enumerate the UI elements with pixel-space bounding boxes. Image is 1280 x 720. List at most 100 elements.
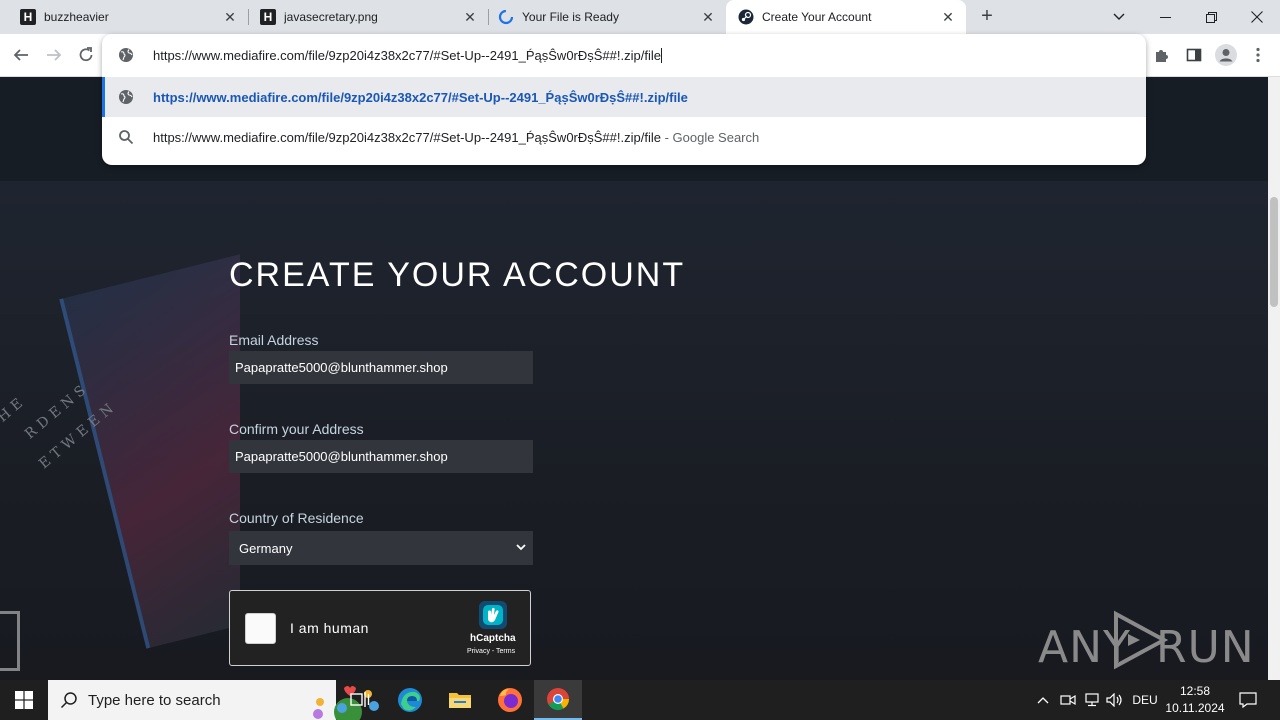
game-cover-art [59,253,240,649]
anyrun-watermark: ANY RUN [1038,608,1254,674]
edge-icon [398,688,422,712]
text-caret [660,48,662,63]
windows-logo-icon [15,691,33,709]
tab-search-button[interactable] [1096,0,1142,34]
chevron-down-icon [1113,13,1125,20]
search-icon [60,692,77,709]
back-button[interactable] [9,43,33,67]
puzzle-icon [1156,50,1168,62]
meet-now-button[interactable] [1058,680,1078,720]
confirm-email-label: Confirm your Address [229,421,364,437]
captcha-brand: hCaptcha [470,633,516,644]
speaker-icon [1106,693,1122,707]
background-artwork: HE RDENS ETWEEN [0,181,240,680]
firefox-taskbar-button[interactable] [486,680,534,720]
page-viewport: HE RDENS ETWEEN [0,77,1268,680]
tab-title: Your File is Ready [522,10,619,24]
windows-taskbar: Type here to search DEU 12:58 10.11.2024 [0,680,1280,720]
profile-button[interactable] [1214,43,1238,67]
reload-button[interactable] [74,43,98,67]
firefox-icon [498,688,522,712]
tab-javasecretary[interactable]: H javasecretary.png ✕ [248,0,488,34]
file-explorer-button[interactable] [436,680,484,720]
captcha-links[interactable]: Privacy - Terms [467,648,515,655]
close-window-button[interactable] [1234,0,1280,34]
network-button[interactable] [1082,680,1102,720]
country-select-value: Germany [239,540,293,556]
input-language[interactable]: DEU [1130,680,1160,720]
watermark-text-right: RUN [1156,622,1255,673]
search-placeholder: Type here to search [88,692,221,709]
side-panel-button[interactable] [1182,43,1206,67]
globe-icon [119,48,133,62]
task-view-button[interactable] [336,680,384,720]
taskbar-search[interactable]: Type here to search [48,680,379,720]
clock-date: 10.11.2024 [1165,701,1225,715]
email-field[interactable]: Papapratte5000@blunthammer.shop [229,351,533,384]
folder-icon [449,693,471,708]
tab-title: Create Your Account [762,10,872,24]
arrow-right-icon [47,49,62,61]
h-favicon-icon: H [260,9,276,25]
omnibox-suggestion-search[interactable]: https://www.mediafire.com/file/9zp20i4z3… [102,117,1146,157]
task-view-icon [350,692,370,707]
address-bar-text: https://www.mediafire.com/file/9zp20i4z3… [153,48,662,63]
camera-icon [1060,694,1076,706]
tab-your-file-is-ready[interactable]: Your File is Ready ✕ [488,0,726,34]
reload-icon [79,47,93,62]
suggestion-text: https://www.mediafire.com/file/9zp20i4z3… [153,130,760,145]
show-hidden-icons-button[interactable] [1034,680,1052,720]
hcaptcha-widget: I am human hCaptcha Privacy - Terms [229,590,531,666]
page-title: CREATE YOUR ACCOUNT [229,256,686,294]
avatar-icon [1215,44,1237,66]
chrome-taskbar-button[interactable] [534,680,582,720]
suggestion-text: https://www.mediafire.com/file/9zp20i4z3… [153,90,688,105]
suggestion-suffix: - Google Search [660,130,760,145]
chrome-icon [547,688,569,710]
steam-icon [738,9,754,25]
menu-button[interactable] [1246,43,1270,67]
close-icon[interactable]: ✕ [222,9,238,25]
edge-taskbar-button[interactable] [386,680,434,720]
confirm-email-field[interactable]: Papapratte5000@blunthammer.shop [229,440,533,473]
chevron-down-icon [516,544,526,551]
captcha-checkbox[interactable] [245,613,276,644]
minimize-button[interactable] [1142,0,1188,34]
globe-icon [119,90,133,104]
arrow-left-icon [13,49,28,61]
captcha-label: I am human [290,620,369,636]
restore-icon [1205,11,1217,23]
artwork-text: HE [0,392,30,426]
address-bar[interactable]: https://www.mediafire.com/file/9zp20i4z3… [102,34,1146,77]
scrollbar-thumb[interactable] [1270,197,1278,307]
system-clock[interactable]: 12:58 10.11.2024 [1160,683,1230,717]
close-icon[interactable]: ✕ [462,9,478,25]
clock-time: 12:58 [1179,684,1211,698]
close-icon[interactable]: ✕ [700,9,716,25]
country-label: Country of Residence [229,510,364,526]
forward-button[interactable] [42,43,66,67]
page-scrollbar[interactable] [1268,77,1280,680]
tab-title: javasecretary.png [284,10,378,24]
network-icon [1085,693,1099,707]
hcaptcha-logo-icon [479,601,507,629]
notification-icon [1239,692,1257,708]
h-favicon-icon: H [20,9,36,25]
restore-button[interactable] [1188,0,1234,34]
email-label: Email Address [229,332,319,348]
country-select[interactable]: Germany [229,531,533,565]
loading-spinner-icon [498,9,514,25]
start-button[interactable] [0,680,48,720]
tab-buzzheavier[interactable]: H buzzheavier ✕ [0,0,248,34]
search-icon [119,130,134,145]
notifications-button[interactable] [1234,680,1262,720]
omnibox-dropdown: https://www.mediafire.com/file/9zp20i4z3… [102,34,1146,165]
volume-button[interactable] [1104,680,1126,720]
close-icon[interactable]: ✕ [940,9,956,25]
kebab-menu-icon [1256,47,1260,63]
omnibox-suggestion-url[interactable]: https://www.mediafire.com/file/9zp20i4z3… [102,77,1146,117]
tab-create-your-account[interactable]: Create Your Account ✕ [726,0,966,34]
side-panel-icon [1186,48,1202,62]
new-tab-button[interactable]: + [976,6,998,28]
extensions-button[interactable] [1150,43,1174,67]
